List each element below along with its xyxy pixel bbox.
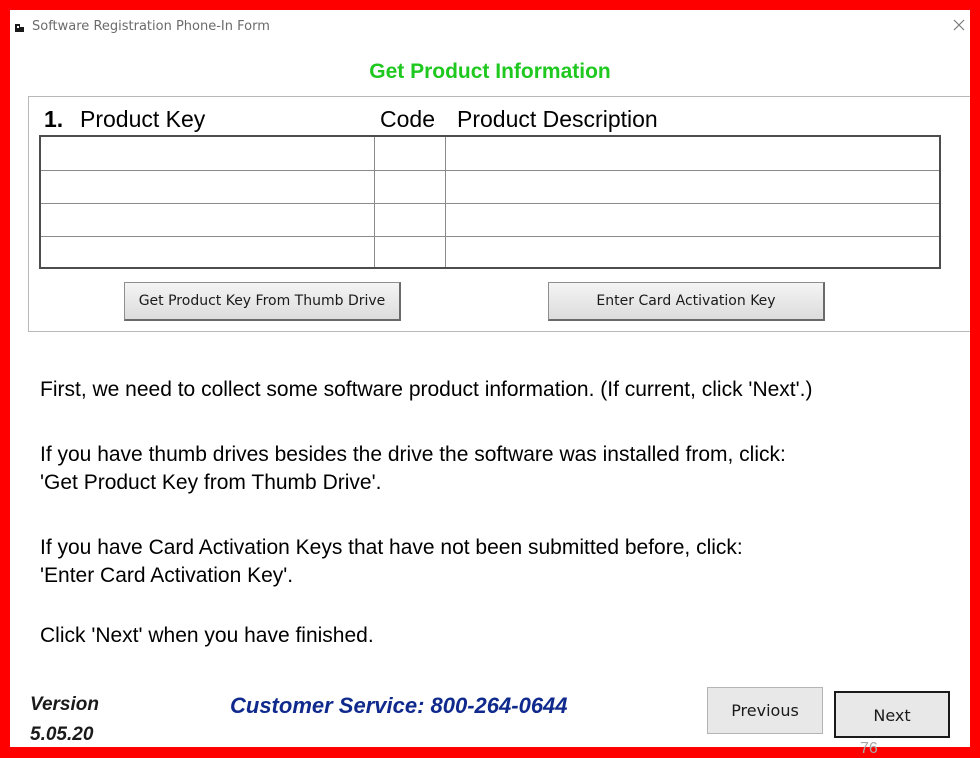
column-header-description: Product Description: [457, 106, 658, 132]
step-number: 1.: [44, 106, 64, 132]
title-bar: Software Registration Phone-In Form: [10, 10, 970, 44]
product-key-cell[interactable]: [41, 137, 374, 169]
instruction-finish: Click 'Next' when you have finished.: [40, 624, 374, 647]
description-cell[interactable]: [446, 171, 939, 203]
description-cell[interactable]: [446, 204, 939, 236]
enter-card-activation-key-button[interactable]: Enter Card Activation Key: [548, 282, 825, 321]
app-icon: [14, 22, 25, 33]
close-icon[interactable]: [952, 18, 966, 32]
registration-window: Software Registration Phone-In Form Get …: [10, 10, 970, 757]
customer-service-phone: Customer Service: 800-264-0644: [230, 693, 568, 718]
code-cell[interactable]: [375, 171, 445, 203]
get-product-key-thumb-drive-button[interactable]: Get Product Key From Thumb Drive: [124, 282, 401, 321]
section-left-border: [28, 96, 29, 332]
column-header-code: Code: [380, 106, 435, 132]
instruction-thumb-drive: If you have thumb drives besides the dri…: [40, 443, 786, 466]
window-title: Software Registration Phone-In Form: [32, 19, 270, 34]
product-key-cell[interactable]: [41, 237, 374, 269]
section-top-border: [28, 96, 970, 97]
product-table: [39, 135, 941, 269]
section-bottom-border: [28, 331, 970, 332]
product-key-cell[interactable]: [41, 171, 374, 203]
code-cell[interactable]: [375, 137, 445, 169]
column-header-product-key: Product Key: [80, 106, 206, 132]
instruction-collect-info: First, we need to collect some software …: [40, 378, 813, 401]
instruction-card-activation: If you have Card Activation Keys that ha…: [40, 536, 743, 559]
page-number: 76: [860, 740, 878, 757]
description-cell[interactable]: [446, 137, 939, 169]
next-button[interactable]: Next: [834, 691, 950, 738]
code-cell[interactable]: [375, 204, 445, 236]
previous-button[interactable]: Previous: [707, 687, 823, 734]
version-number: 5.05.20: [30, 724, 94, 745]
instruction-thumb-drive-action: 'Get Product Key from Thumb Drive'.: [40, 471, 382, 494]
product-key-cell[interactable]: [41, 204, 374, 236]
version-label: Version: [30, 694, 99, 715]
instruction-card-activation-action: 'Enter Card Activation Key'.: [40, 564, 294, 587]
code-cell[interactable]: [375, 237, 445, 269]
page-heading: Get Product Information: [369, 60, 611, 83]
description-cell[interactable]: [446, 237, 939, 269]
